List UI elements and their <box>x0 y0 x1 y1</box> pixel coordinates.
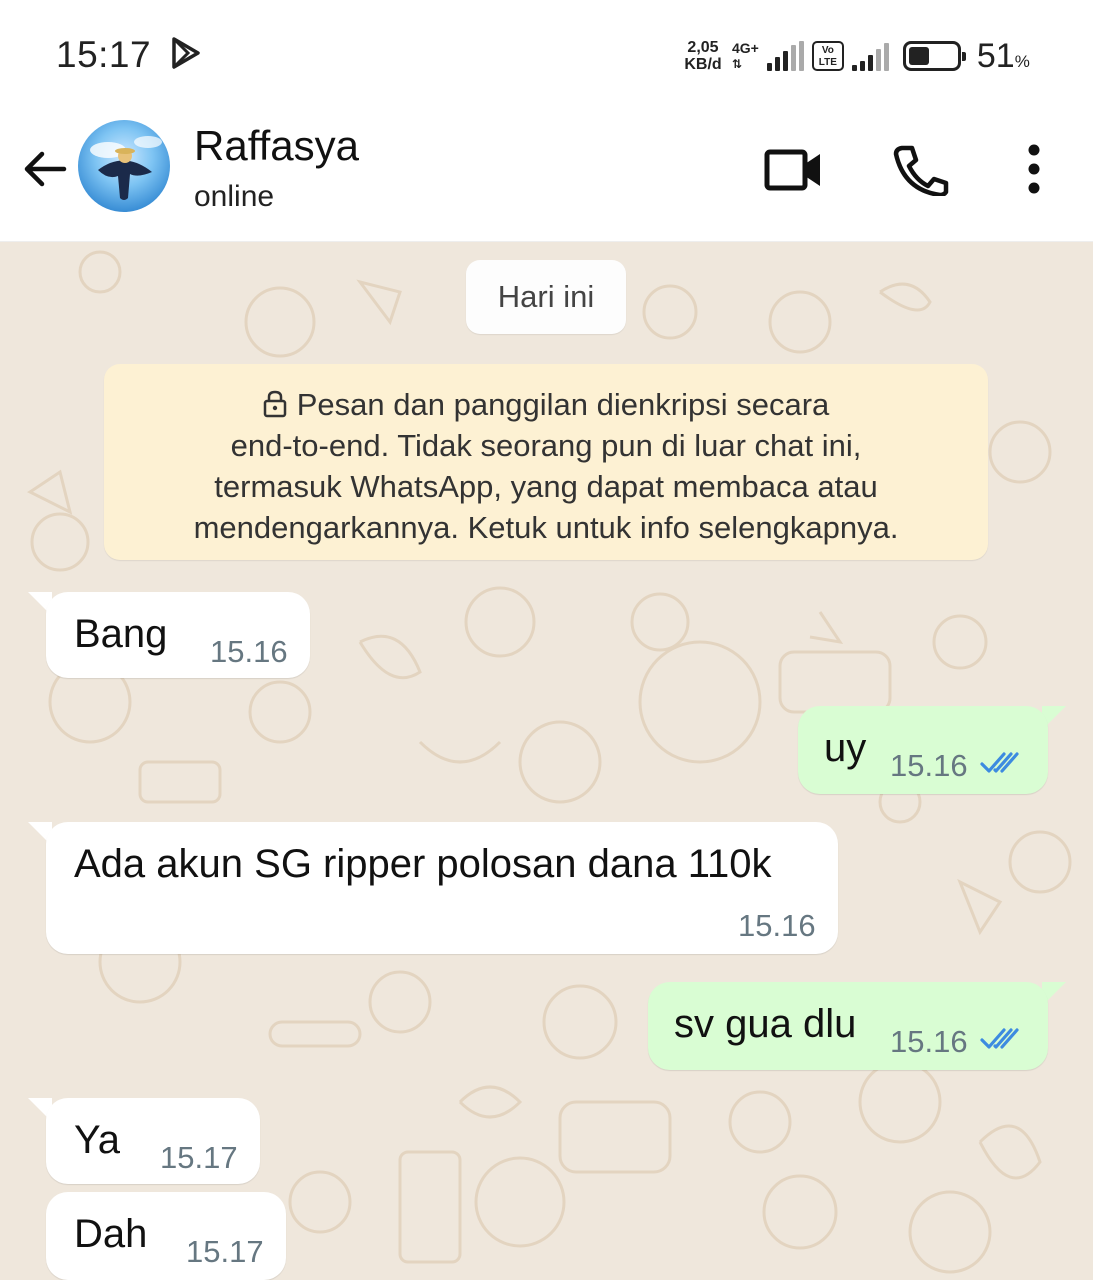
message-time: 15.16 <box>890 1024 968 1059</box>
message-text: Dah <box>74 1212 148 1256</box>
network-speed-value: 2,05 <box>687 39 719 56</box>
date-chip: Hari ini <box>466 260 626 334</box>
avatar-figure-icon <box>90 136 162 200</box>
message-time: 15.17 <box>160 1140 238 1175</box>
chat-header: Raffasya online <box>0 100 1093 242</box>
video-call-icon[interactable] <box>764 144 824 196</box>
encryption-line-2: end-to-end. Tidak seorang pun di luar ch… <box>230 428 862 463</box>
signal-icon <box>766 41 804 71</box>
chat-area[interactable]: Hari ini Pesan dan panggilan dienkripsi … <box>0 242 1093 1280</box>
encryption-notice[interactable]: Pesan dan panggilan dienkripsi secara en… <box>104 364 988 560</box>
message-bubble[interactable]: Dah 15.17 <box>46 1192 286 1280</box>
message-bubble[interactable]: Bang 15.16 <box>46 592 310 678</box>
message-time: 15.16 <box>738 908 816 943</box>
message-text: Ya <box>74 1118 120 1162</box>
message-text: Ada akun SG ripper polosan dana 110k <box>74 842 772 886</box>
network-speed-unit: KB/d <box>684 56 722 73</box>
network-type-label: 4G+ <box>732 40 759 56</box>
signal-icon-2 <box>851 41 889 71</box>
network-speed: 2,05 KB/d <box>682 39 724 73</box>
lock-icon <box>263 390 286 418</box>
status-time: 15:17 <box>56 34 152 75</box>
battery-icon <box>902 41 966 71</box>
play-store-icon <box>172 37 200 69</box>
network-type: 4G+ ⇅ <box>732 40 759 72</box>
status-bar: 15:17 2,05 KB/d 4G+ ⇅ Vo LTE 51% <box>0 0 1093 100</box>
message-bubble[interactable]: sv gua dlu 15.16 <box>648 982 1048 1070</box>
encryption-line-4: mendengarkannya. Ketuk untuk info seleng… <box>193 510 899 545</box>
message-text: uy <box>824 726 867 770</box>
encryption-line-1: Pesan dan panggilan dienkripsi secara <box>104 384 988 425</box>
message-bubble[interactable]: Ya 15.17 <box>46 1098 260 1184</box>
more-options-icon[interactable] <box>1004 144 1064 196</box>
read-ticks-icon <box>980 1028 1019 1049</box>
read-ticks-icon <box>980 752 1019 773</box>
back-arrow-icon[interactable] <box>20 144 70 194</box>
message-text: Bang <box>74 612 168 656</box>
message-bubble[interactable]: uy 15.16 <box>798 706 1048 794</box>
encryption-line-3: termasuk WhatsApp, yang dapat membaca at… <box>214 469 878 504</box>
status-indicators: 2,05 KB/d 4G+ ⇅ Vo LTE 51% <box>682 36 1030 76</box>
encryption-text-1: Pesan dan panggilan dienkripsi secara <box>296 387 830 422</box>
battery-percent-value: 51 <box>976 36 1015 75</box>
contact-name[interactable]: Raffasya <box>194 122 359 170</box>
avatar[interactable] <box>78 120 170 212</box>
message-time: 15.16 <box>210 634 288 669</box>
message-bubble[interactable]: Ada akun SG ripper polosan dana 110k 15.… <box>46 822 838 954</box>
message-text: sv gua dlu <box>674 1002 857 1046</box>
battery-percent-unit: % <box>1014 51 1030 71</box>
battery-percent: 51% <box>977 37 1030 76</box>
data-arrows-icon: ⇅ <box>732 57 743 71</box>
message-time: 15.16 <box>890 748 968 783</box>
voice-call-icon[interactable] <box>890 144 950 196</box>
battery-fill <box>908 47 930 65</box>
volte-icon: Vo LTE <box>811 41 844 71</box>
contact-status: online <box>194 180 275 213</box>
message-time: 15.17 <box>186 1234 264 1269</box>
